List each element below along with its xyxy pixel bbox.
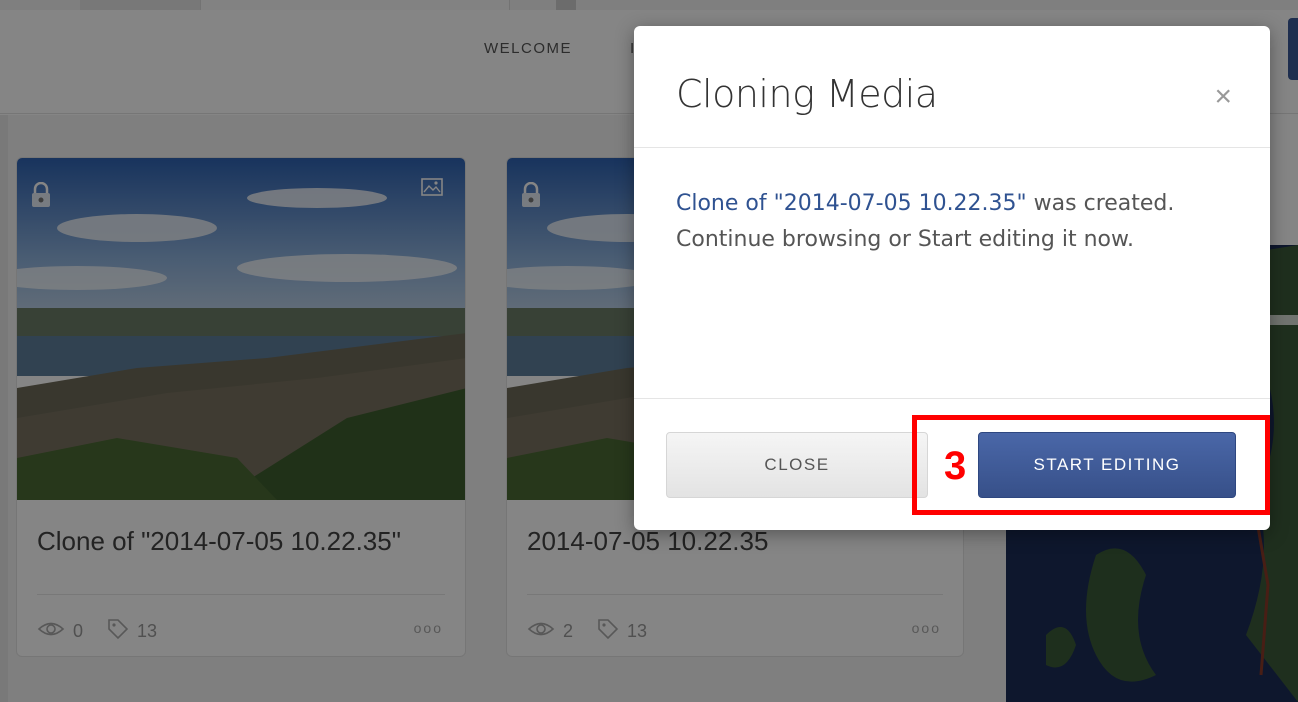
annotation-step-number: 3 xyxy=(944,444,967,488)
close-icon[interactable]: × xyxy=(1214,82,1232,112)
dialog-title: Cloning Media xyxy=(676,72,938,116)
dialog-message: Clone of "2014-07-05 10.22.35" was creat… xyxy=(676,186,1196,258)
clone-link[interactable]: Clone of "2014-07-05 10.22.35" xyxy=(676,191,1027,216)
dialog-header: Cloning Media × xyxy=(634,26,1270,148)
close-button[interactable]: CLOSE xyxy=(666,432,928,498)
